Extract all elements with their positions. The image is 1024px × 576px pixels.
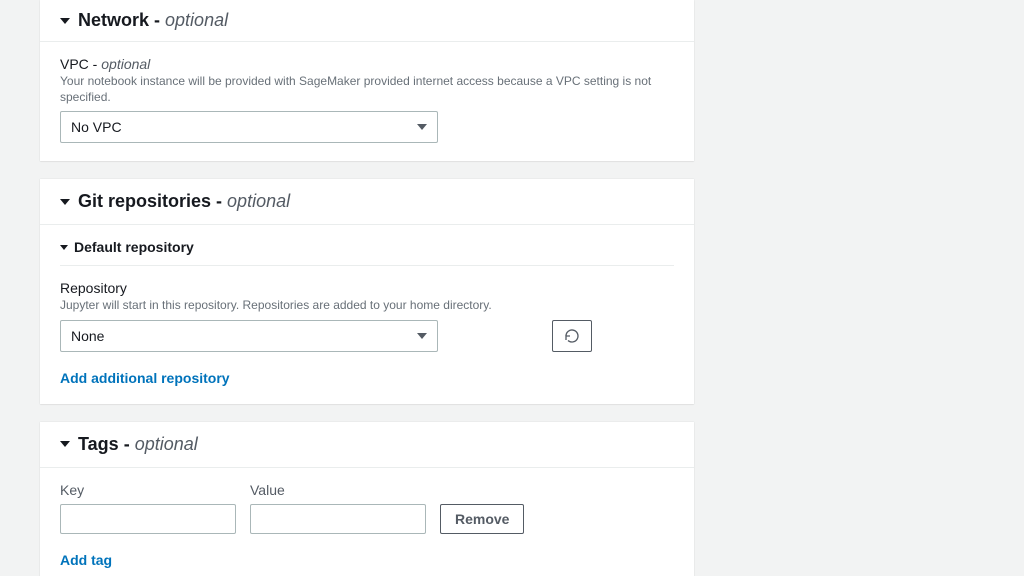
network-panel: Network - optional VPC - optional Your n… bbox=[40, 0, 694, 161]
add-repository-link[interactable]: Add additional repository bbox=[60, 370, 230, 386]
tag-value-input[interactable] bbox=[250, 504, 426, 534]
caret-down-icon bbox=[60, 245, 68, 250]
caret-down-icon bbox=[60, 18, 70, 24]
refresh-icon bbox=[564, 328, 580, 344]
vpc-helper: Your notebook instance will be provided … bbox=[60, 74, 674, 105]
value-label: Value bbox=[250, 482, 426, 498]
vpc-selected-value: No VPC bbox=[71, 119, 122, 135]
remove-label: Remove bbox=[455, 511, 509, 527]
git-title: Git repositories bbox=[78, 191, 211, 211]
optional-label: - optional bbox=[216, 191, 290, 211]
tags-title: Tags bbox=[78, 434, 119, 454]
caret-down-icon bbox=[60, 199, 70, 205]
tags-body: Key Value Remove Add tag bbox=[40, 468, 694, 576]
tags-header[interactable]: Tags - optional bbox=[40, 422, 694, 468]
network-body: VPC - optional Your notebook instance wi… bbox=[40, 42, 694, 161]
chevron-down-icon bbox=[417, 124, 427, 130]
repository-selected-value: None bbox=[71, 328, 104, 344]
vpc-select[interactable]: No VPC bbox=[60, 111, 438, 143]
key-label: Key bbox=[60, 482, 236, 498]
tags-panel: Tags - optional Key Value Remove Add tag bbox=[40, 422, 694, 576]
chevron-down-icon bbox=[417, 333, 427, 339]
add-tag-link[interactable]: Add tag bbox=[60, 552, 112, 568]
remove-tag-button[interactable]: Remove bbox=[440, 504, 524, 534]
refresh-button[interactable] bbox=[552, 320, 592, 352]
network-header[interactable]: Network - optional bbox=[40, 0, 694, 42]
default-repository-label: Default repository bbox=[74, 239, 194, 255]
repo-label: Repository bbox=[60, 280, 674, 296]
git-body: Default repository Repository Jupyter wi… bbox=[40, 225, 694, 404]
repo-helper: Jupyter will start in this repository. R… bbox=[60, 298, 674, 314]
git-header[interactable]: Git repositories - optional bbox=[40, 179, 694, 225]
tag-key-input[interactable] bbox=[60, 504, 236, 534]
vpc-label: VPC - optional bbox=[60, 56, 674, 72]
optional-label: - optional bbox=[154, 10, 228, 30]
repository-select[interactable]: None bbox=[60, 320, 438, 352]
default-repository-header[interactable]: Default repository bbox=[60, 239, 674, 266]
optional-label: - optional bbox=[124, 434, 198, 454]
network-title: Network bbox=[78, 10, 149, 30]
git-panel: Git repositories - optional Default repo… bbox=[40, 179, 694, 404]
tag-row: Key Value Remove bbox=[60, 482, 674, 534]
caret-down-icon bbox=[60, 441, 70, 447]
